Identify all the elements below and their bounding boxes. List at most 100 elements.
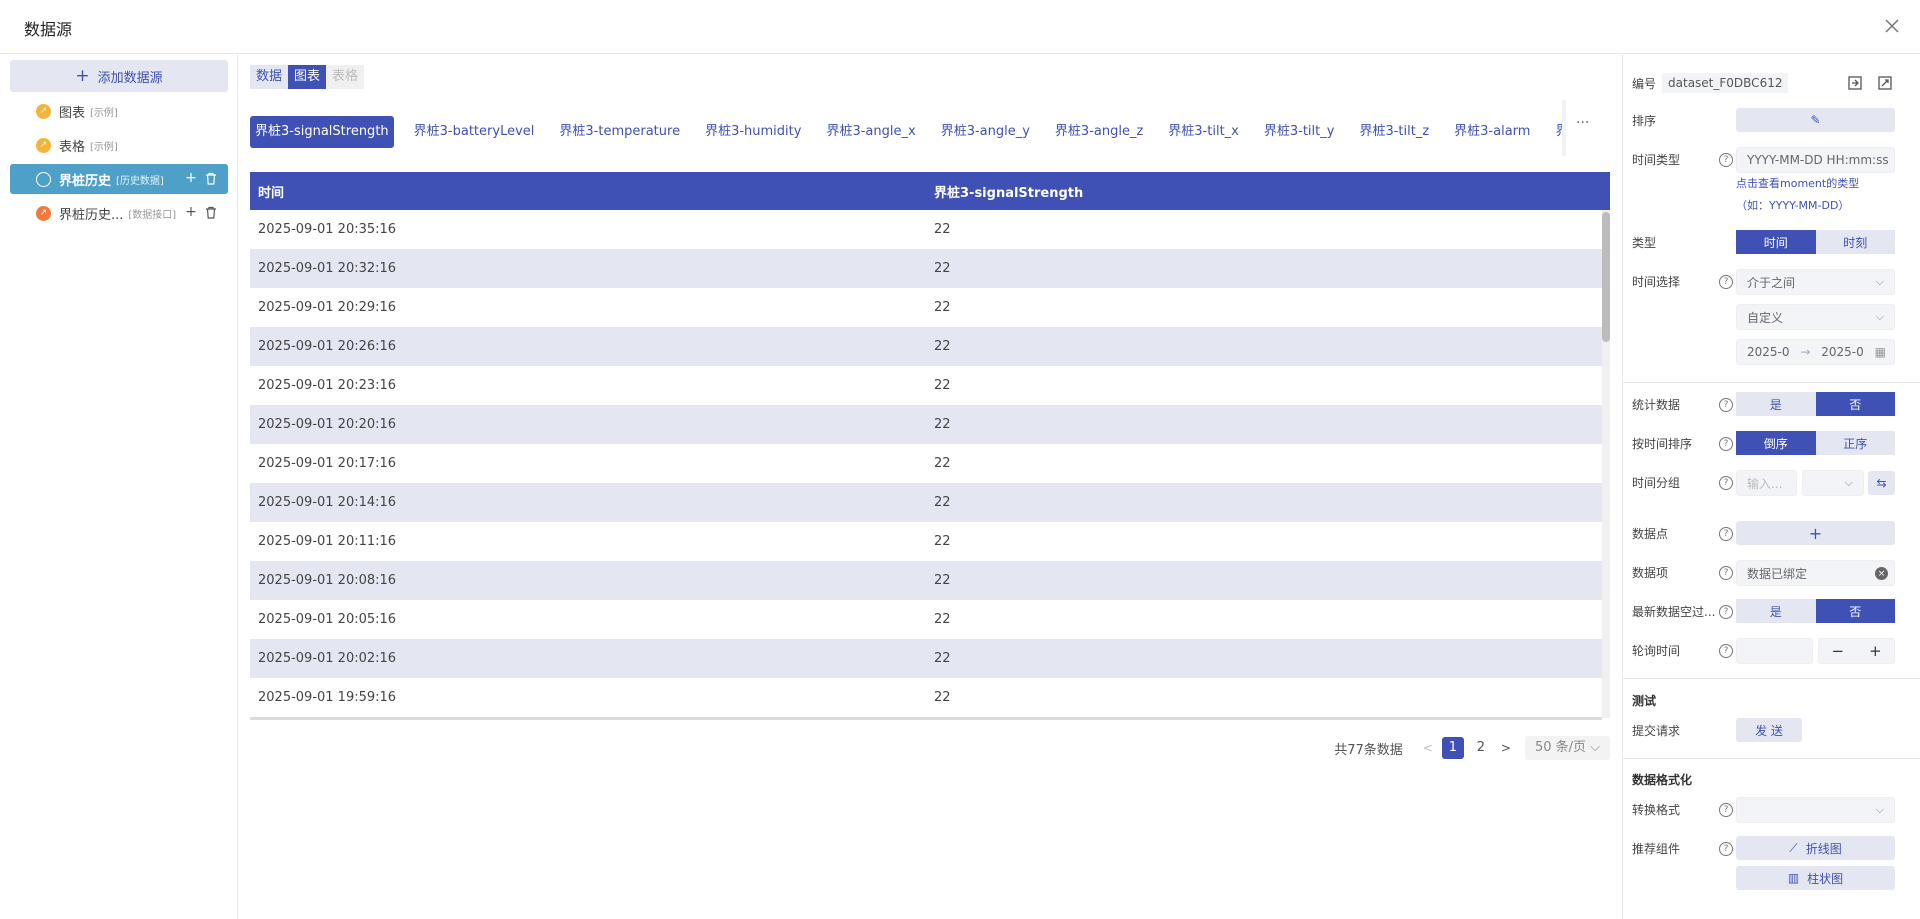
series-tab[interactable]: 界桩3-alarm bbox=[1449, 116, 1535, 148]
format-section-title: 数据格式化 bbox=[1632, 773, 1693, 787]
help-icon[interactable]: ? bbox=[1719, 437, 1733, 451]
convert-dropdown[interactable]: ⌵ bbox=[1736, 797, 1895, 823]
tab-data[interactable]: 数据 bbox=[250, 65, 289, 89]
series-tab[interactable]: 界桩3-tilt_z bbox=[1354, 116, 1434, 148]
sidebar-item-label: 界桩历史 bbox=[59, 173, 112, 189]
send-button[interactable]: 发 送 bbox=[1736, 718, 1802, 742]
trash-icon[interactable] bbox=[204, 205, 218, 219]
sort-label: 排序 bbox=[1632, 113, 1657, 128]
add-icon[interactable]: + bbox=[184, 204, 198, 220]
chart-icon: ↗ bbox=[36, 103, 51, 119]
add-icon[interactable]: + bbox=[184, 170, 198, 186]
time-type-input[interactable]: YYYY-MM-DD HH:mm:ss bbox=[1736, 147, 1895, 173]
chevron-down-icon: ⌵ bbox=[1875, 803, 1884, 816]
series-tab[interactable]: 界桩3-angle_z bbox=[1050, 116, 1148, 148]
tab-chart[interactable]: 图表 bbox=[288, 65, 327, 89]
help-icon[interactable]: ? bbox=[1719, 527, 1733, 541]
close-icon[interactable] bbox=[1880, 14, 1904, 38]
table-row: 2025-09-01 20:11:16 22 bbox=[250, 522, 1602, 561]
cell-value: 22 bbox=[934, 495, 951, 510]
type-label: 类型 bbox=[1632, 235, 1657, 250]
cell-time: 2025-09-01 20:14:16 bbox=[258, 495, 397, 510]
plus-icon[interactable]: + bbox=[1869, 642, 1882, 660]
tab-table[interactable]: 表格 bbox=[326, 65, 365, 89]
cell-value: 22 bbox=[934, 651, 951, 666]
time-select-dropdown[interactable]: 介于之间 ⌵ bbox=[1736, 269, 1895, 295]
cell-value: 22 bbox=[934, 456, 951, 471]
moment-types-link[interactable]: 点击查看moment的类型 bbox=[1736, 175, 1859, 191]
series-tab[interactable]: 界桩3-batteryLevel bbox=[409, 116, 540, 148]
series-tab[interactable]: 界桩3-temperature bbox=[554, 116, 685, 148]
time-range-dropdown[interactable]: 自定义 ⌵ bbox=[1736, 304, 1895, 330]
horizontal-scrollbar[interactable] bbox=[250, 717, 1602, 720]
series-tab[interactable]: 界桩 bbox=[1550, 116, 1562, 148]
type-time-option[interactable]: 时间 bbox=[1736, 230, 1816, 254]
sort-edit-button[interactable]: ✎ bbox=[1736, 108, 1895, 132]
add-data-source-button[interactable]: + 添加数据源 bbox=[10, 60, 228, 92]
bar-chart-button[interactable]: ▥ 柱状图 bbox=[1736, 866, 1895, 890]
minus-icon[interactable]: − bbox=[1831, 642, 1844, 660]
help-icon[interactable]: ? bbox=[1719, 566, 1733, 580]
export-icon[interactable] bbox=[1876, 74, 1894, 92]
series-tab[interactable]: 界桩3-angle_y bbox=[936, 116, 1035, 148]
help-icon[interactable]: ? bbox=[1719, 476, 1733, 490]
sidebar-item-tag: [示例] bbox=[90, 141, 118, 153]
latest-no-option[interactable]: 否 bbox=[1815, 599, 1895, 623]
latest-label: 最新数据空过... bbox=[1632, 604, 1716, 619]
series-tab[interactable]: 界桩3-tilt_x bbox=[1163, 116, 1244, 148]
next-page-icon[interactable]: > bbox=[1501, 741, 1511, 755]
type-moment-option[interactable]: 时刻 bbox=[1815, 230, 1895, 254]
sidebar-item-chart-example[interactable]: ↗ 图表 [示例] bbox=[10, 96, 228, 126]
series-tab[interactable]: 界桩3-tilt_y bbox=[1259, 116, 1340, 148]
latest-yes-option[interactable]: 是 bbox=[1736, 599, 1816, 623]
clear-icon[interactable]: × bbox=[1875, 567, 1888, 580]
cell-time: 2025-09-01 20:29:16 bbox=[258, 300, 397, 315]
scrollbar-thumb[interactable] bbox=[1602, 212, 1610, 342]
plus-icon: + bbox=[1808, 523, 1823, 543]
swap-button[interactable]: ⇆ bbox=[1868, 471, 1895, 495]
column-header-time: 时间 bbox=[258, 185, 285, 201]
series-tab[interactable]: 界桩3-humidity bbox=[700, 116, 806, 148]
help-icon[interactable]: ? bbox=[1719, 842, 1733, 856]
page-2-button[interactable]: 2 bbox=[1470, 737, 1492, 759]
more-tabs-button[interactable]: ··· bbox=[1576, 115, 1589, 131]
table-row: 2025-09-01 20:29:16 22 bbox=[250, 288, 1602, 327]
sidebar-item-history[interactable]: 界桩历史 [历史数据] + bbox=[10, 164, 228, 194]
line-chart-button[interactable]: ⟋ 折线图 bbox=[1736, 836, 1895, 860]
series-tab[interactable]: 界桩3-angle_x bbox=[821, 116, 920, 148]
cell-time: 2025-09-01 20:20:16 bbox=[258, 417, 397, 432]
dataitem-field[interactable]: 数据已绑定 × bbox=[1736, 560, 1895, 586]
table-row: 2025-09-01 20:02:16 22 bbox=[250, 639, 1602, 678]
cell-time: 2025-09-01 20:26:16 bbox=[258, 339, 397, 354]
stat-no-option[interactable]: 否 bbox=[1815, 392, 1895, 416]
help-icon[interactable]: ? bbox=[1719, 153, 1733, 167]
column-header-value: 界桩3-signalStrength bbox=[934, 185, 1084, 201]
recommend-label: 推荐组件 bbox=[1632, 841, 1681, 856]
bar-chart-label: 柱状图 bbox=[1807, 871, 1844, 886]
add-datapoint-button[interactable]: + bbox=[1736, 521, 1895, 545]
help-icon[interactable]: ? bbox=[1719, 275, 1733, 289]
page-size-select[interactable]: 50 条/页 ⌵ bbox=[1524, 736, 1610, 760]
poll-input[interactable] bbox=[1736, 638, 1813, 664]
page-1-button[interactable]: 1 bbox=[1441, 737, 1464, 759]
sort-asc-option[interactable]: 正序 bbox=[1815, 431, 1895, 455]
trash-icon[interactable] bbox=[204, 171, 218, 185]
line-chart-icon: ⟋ bbox=[1789, 840, 1798, 855]
help-icon[interactable]: ? bbox=[1719, 803, 1733, 817]
help-icon[interactable]: ? bbox=[1719, 398, 1733, 412]
vertical-scrollbar[interactable] bbox=[1602, 210, 1610, 718]
table-body: 2025-09-01 20:35:16 22 2025-09-01 20:32:16… bbox=[250, 210, 1610, 718]
sidebar-item-table-example[interactable]: ↗ 表格 [示例] bbox=[10, 130, 228, 160]
stat-yes-option[interactable]: 是 bbox=[1736, 392, 1816, 416]
prev-page-icon[interactable]: < bbox=[1423, 741, 1433, 755]
help-icon[interactable]: ? bbox=[1719, 644, 1733, 658]
dialog-header: 数据源 bbox=[0, 0, 1920, 54]
sort-desc-option[interactable]: 倒序 bbox=[1736, 431, 1816, 455]
sidebar-item-history-api[interactable]: ↗ 界桩历史... [数据接口] + bbox=[10, 198, 228, 228]
series-tab[interactable]: 界桩3-signalStrength bbox=[250, 116, 394, 148]
group-input[interactable]: 输入... bbox=[1736, 470, 1797, 496]
group-unit-dropdown[interactable]: ⌵ bbox=[1802, 470, 1864, 496]
help-icon[interactable]: ? bbox=[1719, 605, 1733, 619]
import-icon[interactable] bbox=[1846, 74, 1864, 92]
date-range-picker[interactable]: 2025-0 → 2025-0 ▦ bbox=[1736, 339, 1895, 365]
